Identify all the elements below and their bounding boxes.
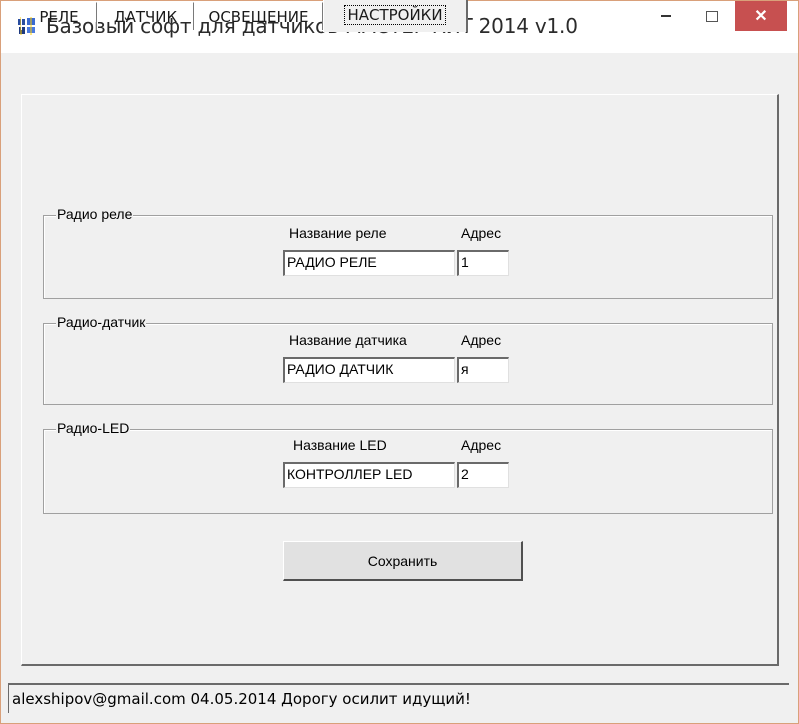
close-icon: ✕ [754, 8, 768, 25]
close-button[interactable]: ✕ [735, 1, 787, 31]
tab-settings-label: НАСТРОЙКИ [344, 5, 446, 25]
relay-group-title: Радио реле [56, 206, 134, 222]
led-addr-label: Адрес [461, 437, 502, 453]
relay-name-label: Название реле [289, 225, 387, 241]
sensor-addr-field[interactable]: я [457, 357, 509, 383]
minimize-button[interactable] [643, 1, 689, 31]
tab-relay-label: РЕЛЕ [39, 8, 79, 26]
tab-settings[interactable]: НАСТРОЙКИ [323, 0, 468, 32]
sensor-name-field[interactable]: РАДИО ДАТЧИК [283, 357, 455, 383]
led-addr-field[interactable]: 2 [457, 462, 509, 488]
sensor-name-label: Название датчика [289, 332, 407, 348]
led-name-field[interactable]: КОНТРОЛЛЕР LED [283, 462, 455, 488]
sensor-group-title: Радио-датчик [56, 314, 147, 330]
tab-sensor[interactable]: ДАТЧИК [97, 2, 194, 30]
status-text: alexshipov@gmail.com 04.05.2014 Дорогу о… [12, 690, 471, 708]
tab-relay[interactable]: РЕЛЕ [21, 2, 97, 30]
led-group-title: Радио-LED [56, 420, 131, 436]
tab-lighting[interactable]: ОСВЕЩЕНИЕ [194, 2, 323, 30]
maximize-button[interactable] [689, 1, 735, 31]
sensor-addr-label: Адрес [461, 332, 502, 348]
relay-addr-field[interactable]: 1 [457, 250, 509, 276]
relay-name-field[interactable]: РАДИО РЕЛЕ [283, 250, 455, 276]
led-name-label: Название LED [293, 437, 387, 453]
tab-sensor-label: ДАТЧИК [113, 8, 178, 26]
maximize-icon [706, 10, 718, 22]
save-button[interactable]: Сохранить [283, 541, 523, 581]
tab-lighting-label: ОСВЕЩЕНИЕ [208, 8, 309, 26]
relay-addr-label: Адрес [461, 225, 502, 241]
minimize-icon [661, 15, 671, 17]
status-bar: alexshipov@gmail.com 04.05.2014 Дорогу о… [8, 683, 789, 713]
